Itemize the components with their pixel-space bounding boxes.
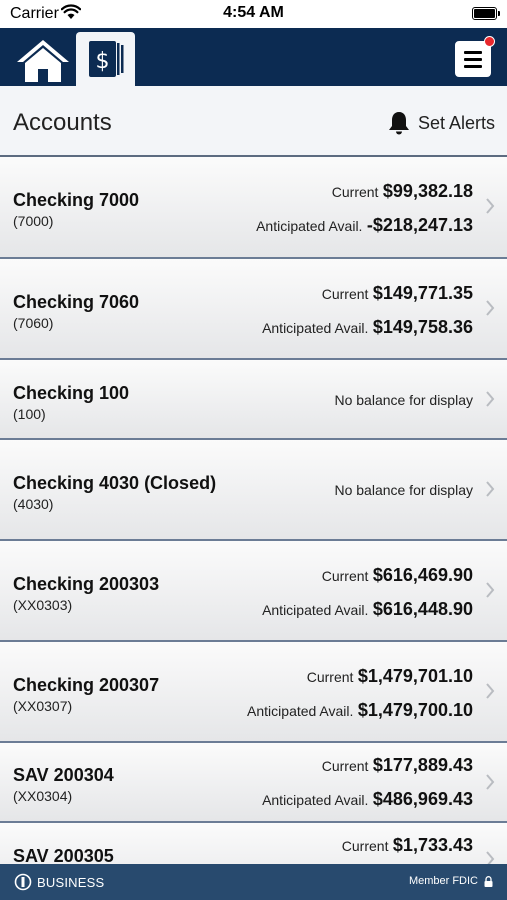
top-nav-bar: $ [0,28,507,86]
account-row-checking-7060[interactable]: Checking 7060 (7060) Current $149,771.35… [0,259,507,360]
current-label: Current [306,669,354,685]
bank-logo-icon [14,873,32,891]
page-title: Accounts [13,109,112,136]
chevron-right-icon [486,300,495,316]
account-name: Checking 4030 (Closed) [13,473,217,493]
accounts-header: Accounts Set Alerts [0,86,507,157]
anticipated-label: Anticipated Avail. [262,602,369,618]
account-row-sav-200305[interactable]: SAV 200305 Current $1,733.43 [0,823,507,864]
set-alerts-label: Set Alerts [417,112,495,133]
dollar-document-icon: $ [89,41,124,77]
chevron-right-icon [486,481,495,497]
anticipated-amount: $486,969.43 [372,789,473,809]
lock-icon [484,875,493,887]
current-balance: Current $177,889.43 [322,755,473,776]
anticipated-balance: Anticipated Avail. $149,758.36 [262,317,473,338]
account-row-checking-7000[interactable]: Checking 7000 (7000) Current $99,382.18 … [0,157,507,259]
account-number: (7000) [13,213,54,229]
no-balance-text: No balance for display [334,392,473,408]
anticipated-amount: $1,479,700.10 [357,700,473,720]
clock: 4:54 AM [223,4,284,21]
accounts-tab[interactable]: $ [76,32,135,86]
account-number: (XX0304) [13,788,73,804]
current-label: Current [341,838,389,854]
svg-text:$: $ [96,49,110,74]
chevron-right-icon [486,683,495,699]
current-balance: Current $99,382.18 [332,181,473,202]
anticipated-label: Anticipated Avail. [262,792,369,808]
chevron-right-icon [486,774,495,790]
chevron-right-icon [486,851,495,864]
current-label: Current [321,568,369,584]
account-number: (4030) [13,496,54,512]
anticipated-balance: Anticipated Avail. $486,969.43 [262,789,473,810]
account-number: (100) [13,406,46,422]
account-number: (7060) [13,315,54,331]
business-label: BUSINESS [37,874,105,890]
account-name: Checking 7060 [13,292,140,312]
status-bar: Carrier 4:54 AM [0,0,507,28]
notification-badge [484,36,495,47]
account-number: (XX0303) [13,597,73,613]
account-name: Checking 200307 [13,675,160,695]
chevron-right-icon [486,582,495,598]
bell-icon [388,112,409,135]
anticipated-balance: Anticipated Avail. $616,448.90 [262,599,473,620]
account-name: SAV 200305 [13,846,114,864]
account-name: Checking 100 [13,383,130,403]
accounts-list: Checking 7000 (7000) Current $99,382.18 … [0,157,507,864]
anticipated-amount: -$218,247.13 [366,215,473,235]
home-button[interactable] [14,36,72,84]
menu-icon-bar [464,58,482,61]
current-label: Current [331,184,379,200]
no-balance-text: No balance for display [334,482,473,498]
current-label: Current [321,286,369,302]
fdic-label: Member FDIC [408,875,478,887]
current-amount: $99,382.18 [382,181,473,201]
anticipated-balance: Anticipated Avail. $1,479,700.10 [247,700,473,721]
member-fdic: Member FDIC [409,875,493,887]
current-balance: Current $1,479,701.10 [307,666,473,687]
business-link[interactable]: BUSINESS [14,873,104,891]
battery-icon [472,7,500,20]
anticipated-label: Anticipated Avail. [262,320,369,336]
account-row-checking-4030[interactable]: Checking 4030 (Closed) (4030) No balance… [0,440,507,541]
account-row-checking-200307[interactable]: Checking 200307 (XX0307) Current $1,479,… [0,642,507,743]
current-balance: Current $1,733.43 [342,835,473,856]
anticipated-label: Anticipated Avail. [256,218,363,234]
chevron-right-icon [486,198,495,214]
chevron-right-icon [486,391,495,407]
current-label: Current [321,758,369,774]
current-amount: $1,479,701.10 [357,666,473,686]
home-icon [17,40,69,82]
anticipated-amount: $616,448.90 [372,599,473,619]
current-amount: $149,771.35 [372,283,473,303]
account-row-checking-200303[interactable]: Checking 200303 (XX0303) Current $616,46… [0,541,507,642]
menu-icon-bar [464,65,482,68]
footer-bar: BUSINESS Member FDIC [0,864,507,900]
current-balance: Current $616,469.90 [322,565,473,586]
menu-button[interactable] [453,36,495,79]
current-amount: $1,733.43 [392,835,473,855]
account-row-checking-100[interactable]: Checking 100 (100) No balance for displa… [0,360,507,440]
menu-icon-bar [464,51,482,54]
account-row-sav-200304[interactable]: SAV 200304 (XX0304) Current $177,889.43 … [0,743,507,823]
account-name: SAV 200304 [13,765,114,785]
account-number: (XX0307) [13,698,73,714]
anticipated-balance: Anticipated Avail. -$218,247.13 [256,215,473,236]
account-name: Checking 7000 [13,190,140,210]
account-name: Checking 200303 [13,574,160,594]
set-alerts-button[interactable]: Set Alerts [386,110,495,136]
anticipated-label: Anticipated Avail. [247,703,354,719]
current-amount: $616,469.90 [372,565,473,585]
current-balance: Current $149,771.35 [322,283,473,304]
current-amount: $177,889.43 [372,755,473,775]
anticipated-amount: $149,758.36 [372,317,473,337]
